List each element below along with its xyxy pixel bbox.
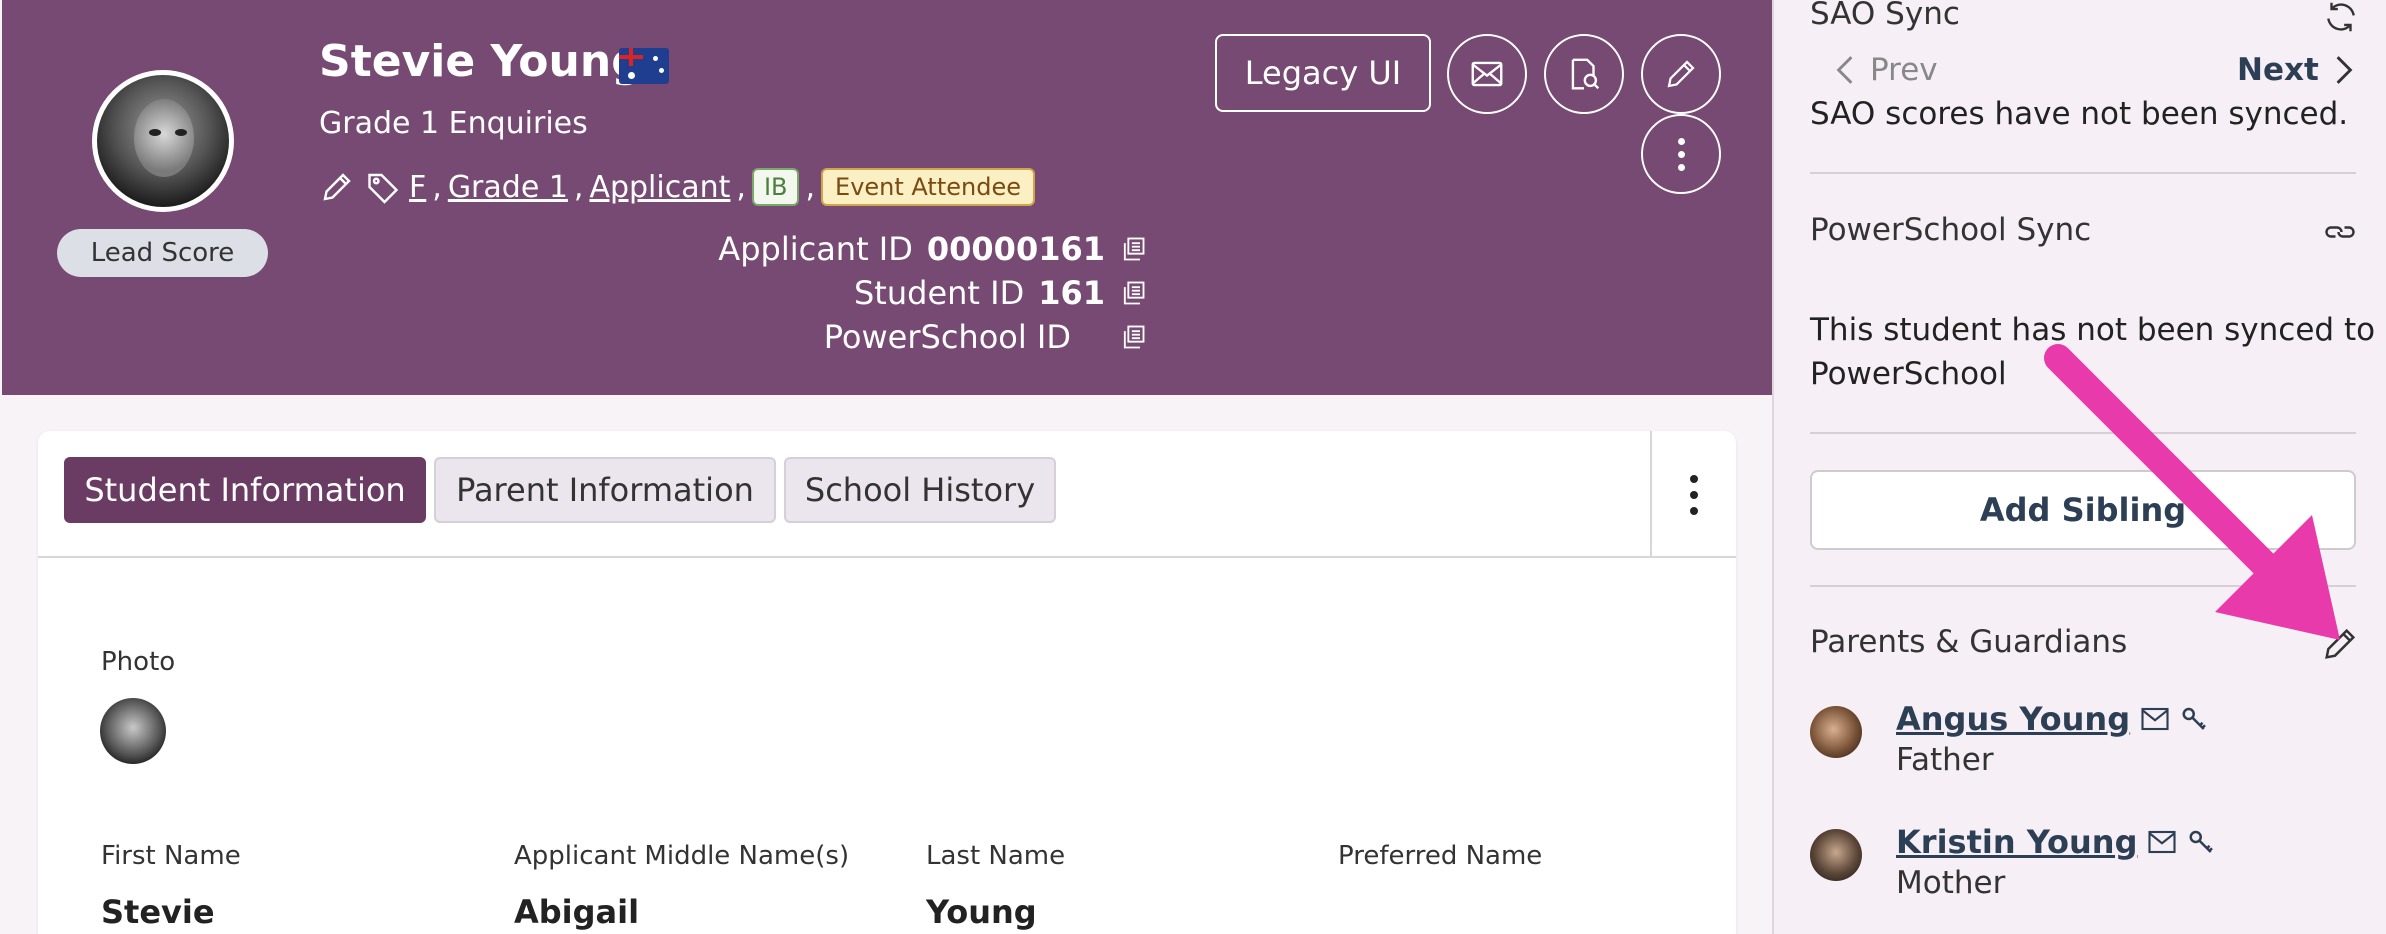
mail-icon [1471,61,1503,87]
middle-name-value: Abigail [514,893,640,931]
tag-link-f[interactable]: F [409,170,426,205]
parent-relation: Mother [1896,865,2006,901]
tab-more-menu[interactable] [1650,431,1736,558]
next-label: Next [2237,52,2319,88]
edit-tags-icon[interactable] [317,167,357,207]
mail-icon[interactable] [2140,706,2170,732]
tab-school-history[interactable]: School History [784,457,1056,523]
chevron-left-icon [1836,56,1853,84]
tag-icon [363,167,403,207]
preferred-name-label: Preferred Name [1338,841,1543,871]
pencil-icon [1667,60,1695,88]
student-id-row: Student ID 161 [854,274,1147,312]
parent-name-link[interactable]: Angus Young [1896,700,2130,738]
chevron-right-icon [2336,56,2353,84]
key-icon[interactable] [2187,827,2217,857]
more-vertical-icon [1677,137,1685,171]
link-icon[interactable] [2320,214,2360,250]
more-actions-button[interactable] [1641,114,1721,194]
photo-label: Photo [101,647,176,677]
tab-parent-information[interactable]: Parent Information [434,457,776,523]
tag-link-grade[interactable]: Grade 1 [448,170,568,205]
first-name-value: Stevie [101,893,215,931]
lead-score-badge[interactable]: Lead Score [57,229,268,277]
student-header: Lead Score Stevie Young Grade 1 Enquirie… [2,0,1772,395]
prev-label: Prev [1870,52,1938,88]
parent-item-father: Angus Young Father [1810,700,2210,778]
australia-flag-icon [619,48,669,84]
mail-icon[interactable] [2147,829,2177,855]
prev-button[interactable]: Prev [1834,52,1938,88]
sao-sync-title: SAO Sync [1810,0,1960,32]
parent-item-mother: Kristin Young Mother [1810,823,2217,901]
copy-icon[interactable] [1119,279,1147,307]
student-avatar [92,70,234,212]
applicant-id-value: 00000161 [926,230,1105,268]
student-info-card: Student Information Parent Information S… [38,431,1736,934]
parent-relation: Father [1896,742,1994,778]
key-icon[interactable] [2180,704,2210,734]
legacy-ui-button[interactable]: Legacy UI [1215,34,1431,112]
last-name-label: Last Name [926,841,1066,871]
applicant-id-label: Applicant ID [718,230,913,268]
divider [1810,432,2356,434]
tag-link-applicant[interactable]: Applicant [589,170,730,205]
parent-avatar [1810,829,1862,881]
parent-avatar [1810,706,1862,758]
powerschool-id-label: PowerSchool ID [823,318,1071,356]
student-id-label: Student ID [853,274,1025,312]
student-photo-thumbnail[interactable] [100,698,166,764]
pencil-icon[interactable] [2320,624,2360,664]
divider [1810,585,2356,587]
divider [1810,172,2356,174]
powerschool-message-line1: This student has not been synced to [1810,312,2376,348]
parent-name-link[interactable]: Kristin Young [1896,823,2137,861]
refresh-icon[interactable] [2322,0,2360,36]
powerschool-message-line2: PowerSchool [1810,356,2007,392]
powerschool-sync-title: PowerSchool Sync [1810,212,2092,248]
last-name-value: Young [926,893,1037,931]
event-attendee-badge[interactable]: Event Attendee [821,168,1035,206]
applicant-id-row: Applicant ID 00000161 [718,230,1147,268]
main-area: Lead Score Stevie Young Grade 1 Enquirie… [0,0,1772,934]
add-sibling-button[interactable]: Add Sibling [1810,470,2356,550]
parents-guardians-title: Parents & Guardians [1810,624,2128,660]
tab-student-information[interactable]: Student Information [64,457,426,523]
first-name-label: First Name [101,841,241,871]
student-name: Stevie Young [319,36,643,87]
student-subtitle: Grade 1 Enquiries [319,106,588,141]
copy-icon[interactable] [1119,323,1147,351]
powerschool-id-row: PowerSchool ID [824,318,1147,356]
copy-icon[interactable] [1119,235,1147,263]
edit-button[interactable] [1641,34,1721,114]
ib-badge[interactable]: IB [751,168,800,206]
right-sidebar: SAO Sync Prev Next SAO scores have not b… [1772,0,2386,934]
tag-row: F, Grade 1, Applicant, IB, Event Attende… [317,165,1035,209]
document-search-icon [1571,58,1600,90]
next-button[interactable]: Next [2237,52,2355,88]
email-button[interactable] [1447,34,1527,114]
middle-name-label: Applicant Middle Name(s) [514,841,850,871]
preview-button[interactable] [1544,34,1624,114]
sao-message: SAO scores have not been synced. [1810,96,2349,132]
tab-bar: Student Information Parent Information S… [38,431,1736,558]
student-id-value: 161 [1038,274,1105,312]
